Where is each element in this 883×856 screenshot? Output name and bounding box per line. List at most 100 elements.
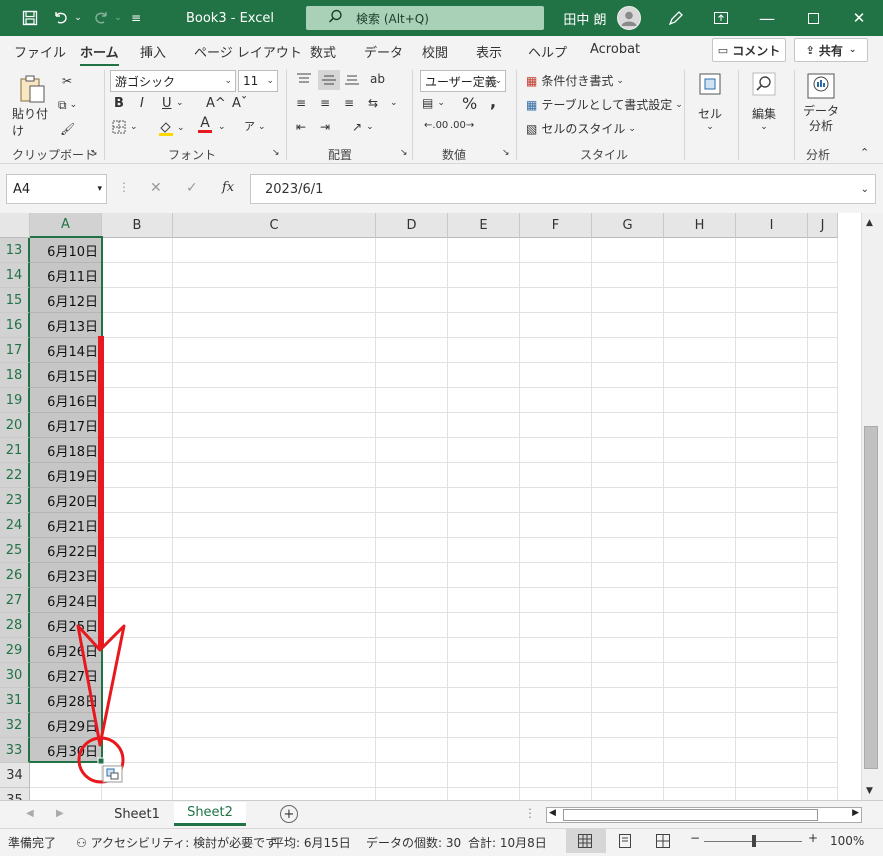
menu-home[interactable]: ホーム [80, 42, 119, 67]
row-header-13[interactable]: 13 [0, 238, 30, 263]
cell-b13[interactable] [102, 238, 173, 263]
cell-b29[interactable] [102, 638, 173, 663]
cell-g24[interactable] [592, 513, 664, 538]
cell-d24[interactable] [376, 513, 448, 538]
cell-g21[interactable] [592, 438, 664, 463]
font-family-select[interactable]: 游ゴシック ⌄ [110, 70, 236, 92]
prev-sheet-icon[interactable]: ◀ [26, 808, 34, 819]
percent-button[interactable]: % [462, 94, 477, 113]
cell-j34[interactable] [808, 763, 838, 788]
cell-c26[interactable] [173, 563, 376, 588]
cell-i35[interactable] [736, 788, 808, 800]
cell-g29[interactable] [592, 638, 664, 663]
accessibility-status[interactable]: ⚇ アクセシビリティ: 検討が必要です [76, 834, 277, 851]
cell-e13[interactable] [448, 238, 520, 263]
cell-g30[interactable] [592, 663, 664, 688]
search-box[interactable]: 検索 (Alt+Q) [306, 6, 544, 30]
cell-j18[interactable] [808, 363, 838, 388]
spreadsheet-grid[interactable]: A B C D E F G H I J 13 6月10日 14 6月11日 15 6月12日 16 6月13日 17… [0, 213, 861, 800]
normal-view-icon[interactable] [566, 829, 606, 853]
font-launcher-icon[interactable]: ↘ [272, 148, 280, 158]
bold-button[interactable]: B [114, 96, 124, 111]
cell-h28[interactable] [664, 613, 736, 638]
clipboard-launcher-icon[interactable]: ↘ [90, 148, 98, 158]
zoom-in-button[interactable]: + [808, 831, 818, 845]
cell-d14[interactable] [376, 263, 448, 288]
cell-d34[interactable] [376, 763, 448, 788]
cell-a27[interactable]: 6月24日 [30, 588, 102, 613]
close-icon[interactable]: ✕ [844, 8, 874, 28]
phonetic-button[interactable]: ア [244, 118, 255, 134]
cell-c16[interactable] [173, 313, 376, 338]
cell-i27[interactable] [736, 588, 808, 613]
cell-i31[interactable] [736, 688, 808, 713]
cell-i13[interactable] [736, 238, 808, 263]
cell-c20[interactable] [173, 413, 376, 438]
format-as-table-button[interactable]: ▦ テーブルとして書式設定 ⌄ [526, 96, 683, 113]
cell-g17[interactable] [592, 338, 664, 363]
row-header-17[interactable]: 17 [0, 338, 30, 363]
cell-c19[interactable] [173, 388, 376, 413]
cell-e34[interactable] [448, 763, 520, 788]
cell-i28[interactable] [736, 613, 808, 638]
cell-a15[interactable]: 6月12日 [30, 288, 102, 313]
align-center-icon[interactable]: ≡ [320, 96, 330, 110]
row-header-20[interactable]: 20 [0, 413, 30, 438]
cell-f34[interactable] [520, 763, 592, 788]
row-header-18[interactable]: 18 [0, 363, 30, 388]
cell-h35[interactable] [664, 788, 736, 800]
cell-d25[interactable] [376, 538, 448, 563]
maximize-icon[interactable] [798, 8, 828, 28]
cell-h31[interactable] [664, 688, 736, 713]
cell-j23[interactable] [808, 488, 838, 513]
menu-review[interactable]: 校閲 [422, 42, 448, 61]
undo-icon[interactable] [50, 8, 72, 28]
cell-d35[interactable] [376, 788, 448, 800]
cell-b22[interactable] [102, 463, 173, 488]
cell-d15[interactable] [376, 288, 448, 313]
conditional-format-button[interactable]: ▦ 条件付き書式 ⌄ [526, 72, 624, 89]
vertical-scroll-thumb[interactable] [864, 426, 878, 769]
currency-icon[interactable]: ▤ ⌄ [422, 96, 445, 110]
cell-g19[interactable] [592, 388, 664, 413]
cell-e17[interactable] [448, 338, 520, 363]
cell-d19[interactable] [376, 388, 448, 413]
align-bottom-icon[interactable] [344, 72, 360, 86]
cell-h33[interactable] [664, 738, 736, 763]
cell-d33[interactable] [376, 738, 448, 763]
cell-g16[interactable] [592, 313, 664, 338]
redo-icon[interactable] [90, 8, 112, 28]
cell-a22[interactable]: 6月19日 [30, 463, 102, 488]
cell-i29[interactable] [736, 638, 808, 663]
cell-g34[interactable] [592, 763, 664, 788]
cell-b20[interactable] [102, 413, 173, 438]
cell-b33[interactable] [102, 738, 173, 763]
cell-d20[interactable] [376, 413, 448, 438]
column-header-h[interactable]: H [664, 213, 736, 238]
copy-icon[interactable]: ⧉ ⌄ [58, 96, 92, 114]
expand-formula-icon[interactable]: ⌄ [861, 184, 869, 195]
wrap-text-icon[interactable]: ⇆ [368, 96, 378, 110]
pen-icon[interactable] [664, 8, 688, 28]
cell-a33[interactable]: 6月30日 [30, 738, 102, 763]
cell-e24[interactable] [448, 513, 520, 538]
cell-c25[interactable] [173, 538, 376, 563]
cell-f32[interactable] [520, 713, 592, 738]
row-header-33[interactable]: 33 [0, 738, 30, 763]
row-header-14[interactable]: 14 [0, 263, 30, 288]
column-header-d[interactable]: D [376, 213, 448, 238]
menu-insert[interactable]: 挿入 [140, 42, 166, 61]
horizontal-scrollbar[interactable]: ◀ ▶ [546, 807, 862, 823]
cell-j17[interactable] [808, 338, 838, 363]
row-header-27[interactable]: 27 [0, 588, 30, 613]
cell-c32[interactable] [173, 713, 376, 738]
align-left-icon[interactable]: ≡ [296, 96, 306, 110]
align-top-icon[interactable] [296, 72, 312, 86]
decrease-font-button[interactable]: Aˇ [232, 96, 247, 111]
zoom-level[interactable]: 100% [830, 834, 864, 848]
cell-a29[interactable]: 6月26日 [30, 638, 102, 663]
cell-j35[interactable] [808, 788, 838, 800]
cell-a34[interactable] [30, 763, 102, 788]
cell-j15[interactable] [808, 288, 838, 313]
cell-a35[interactable] [30, 788, 102, 800]
